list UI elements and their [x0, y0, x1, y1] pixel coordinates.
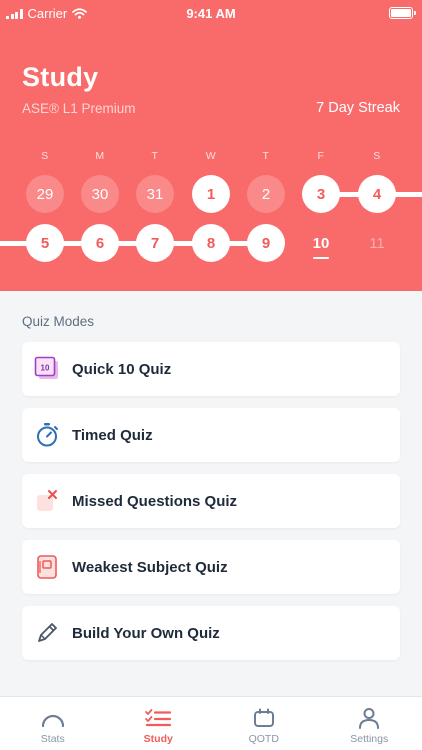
- calendar-day[interactable]: 4: [358, 175, 396, 213]
- tab-label: Study: [143, 733, 173, 745]
- tab-stats[interactable]: Stats: [0, 697, 106, 750]
- exam-subtitle: ASE® L1 Premium: [22, 101, 136, 116]
- page-title: Study: [22, 62, 99, 92]
- stopwatch-icon: [34, 422, 60, 448]
- calendar-day[interactable]: 2: [247, 175, 285, 213]
- quick-10-icon: 10: [34, 356, 60, 382]
- tab-settings[interactable]: Settings: [317, 697, 422, 750]
- battery-icon: [389, 7, 416, 19]
- study-header: Carrier 9:41 AM Study ASE® L1 Premium 7 …: [0, 0, 422, 291]
- calendar-day[interactable]: 31: [136, 175, 174, 213]
- missed-x-icon: [34, 488, 60, 514]
- weekday-label: F: [317, 150, 325, 162]
- calendar-day-today[interactable]: 10: [302, 224, 340, 262]
- calendar-day[interactable]: 1: [192, 175, 230, 213]
- tab-label: QOTD: [248, 733, 279, 745]
- streak-count: 7 Day Streak: [316, 100, 400, 116]
- quiz-mode-label: Timed Quiz: [72, 426, 153, 444]
- notebook-icon: [34, 554, 60, 580]
- weekday-label: T: [151, 150, 159, 162]
- tab-label: Stats: [40, 733, 65, 745]
- calendar-day[interactable]: 29: [26, 175, 64, 213]
- weekday-label: T: [262, 150, 270, 162]
- weekday-label: W: [205, 150, 217, 162]
- weekday-label: M: [95, 150, 105, 162]
- status-time: 9:41 AM: [186, 6, 236, 21]
- calendar-day[interactable]: 7: [136, 224, 174, 262]
- gauge-icon: [39, 706, 67, 730]
- weekday-label: S: [373, 150, 381, 162]
- missed-questions-quiz-button[interactable]: Missed Questions Quiz: [22, 474, 400, 528]
- quiz-mode-label: Quick 10 Quiz: [72, 360, 172, 378]
- calendar-day: 11: [369, 234, 385, 252]
- build-your-own-quiz-button[interactable]: Build Your Own Quiz: [22, 606, 400, 660]
- calendar-day[interactable]: 6: [81, 224, 119, 262]
- status-bar: Carrier 9:41 AM: [0, 0, 422, 26]
- calendar-day[interactable]: 9: [247, 224, 285, 262]
- quiz-mode-label: Weakest Subject Quiz: [72, 558, 228, 576]
- tab-qotd[interactable]: QOTD: [211, 697, 317, 750]
- tab-study[interactable]: Study: [106, 697, 212, 750]
- quiz-mode-label: Missed Questions Quiz: [72, 492, 238, 510]
- tab-label: Settings: [350, 733, 389, 745]
- quiz-modes-heading: Quiz Modes: [22, 314, 95, 329]
- pencil-icon: [34, 620, 60, 646]
- calendar-icon: [250, 706, 278, 730]
- calendar-day[interactable]: 30: [81, 175, 119, 213]
- person-icon: [355, 706, 383, 730]
- weakest-subject-quiz-button[interactable]: Weakest Subject Quiz: [22, 540, 400, 594]
- tab-bar: Stats Study QOTD Settings: [0, 696, 422, 750]
- calendar-day[interactable]: 5: [26, 224, 64, 262]
- timed-quiz-button[interactable]: Timed Quiz: [22, 408, 400, 462]
- quick-10-badge: 10: [41, 364, 50, 373]
- calendar-day[interactable]: 3: [302, 175, 340, 213]
- quiz-mode-label: Build Your Own Quiz: [72, 624, 220, 642]
- quick-10-quiz-button[interactable]: 10 Quick 10 Quiz: [22, 342, 400, 396]
- weekday-label: S: [41, 150, 49, 162]
- checklist-icon: [144, 706, 172, 730]
- calendar-day[interactable]: 8: [192, 224, 230, 262]
